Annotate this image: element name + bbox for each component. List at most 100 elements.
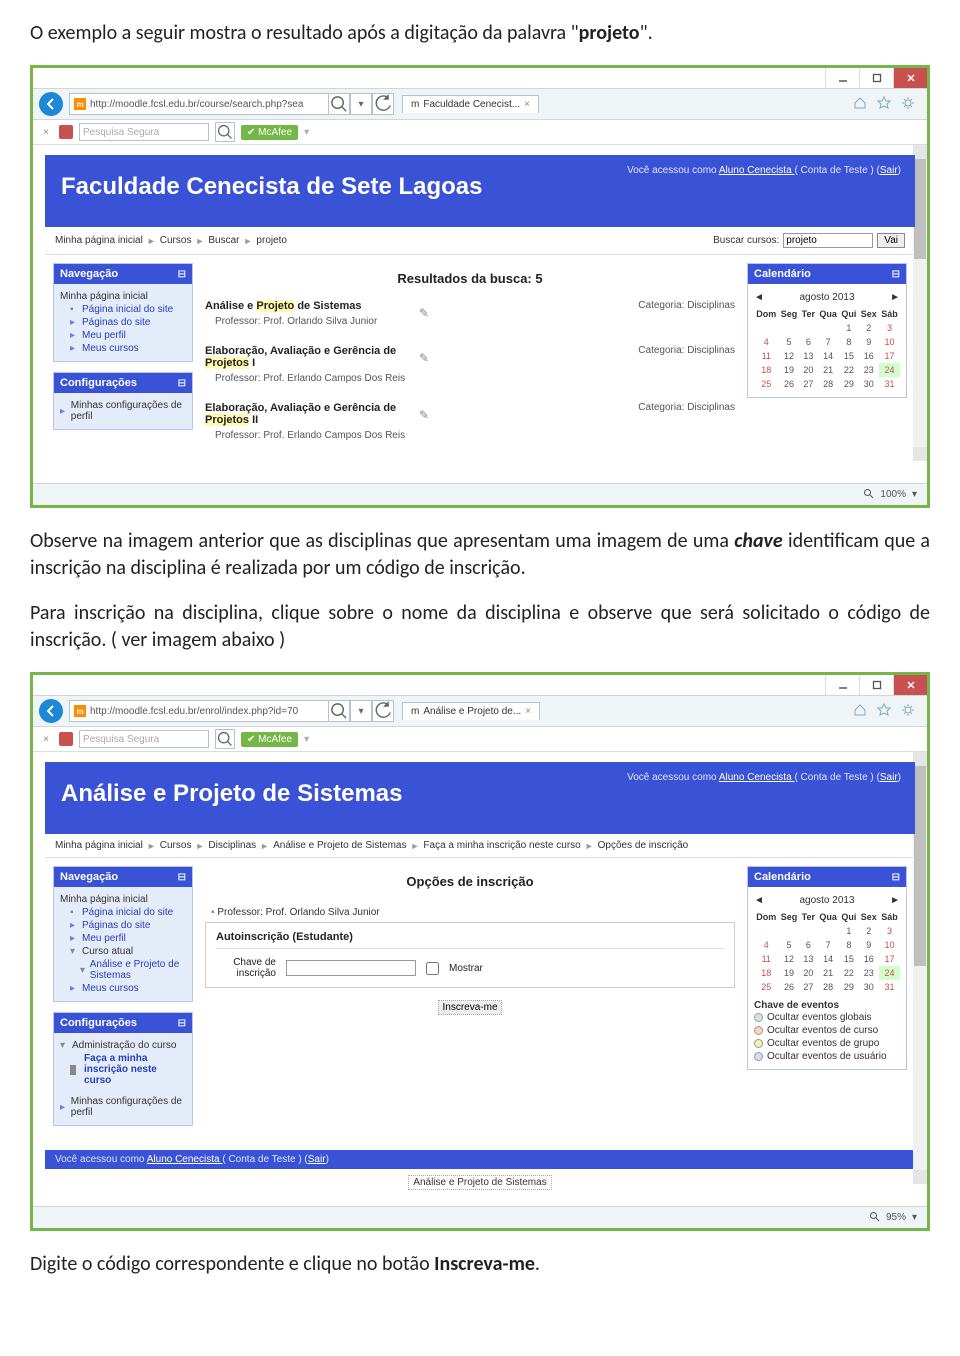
nav-profile[interactable]: Meu perfil [82, 933, 126, 944]
close-toolbar-icon[interactable]: × [39, 734, 53, 745]
back-button[interactable] [39, 699, 63, 723]
maximize-button[interactable] [859, 675, 893, 695]
favorites-icon[interactable] [877, 703, 891, 720]
calendar-next-icon[interactable]: ► [890, 292, 900, 303]
nav-site-home[interactable]: Página inicial do site [82, 907, 173, 918]
favorites-icon[interactable] [877, 96, 891, 113]
secure-search-input[interactable]: Pesquisa Segura [79, 730, 209, 748]
block-toggle-icon[interactable]: ⊟ [892, 872, 900, 883]
cfg-course-admin[interactable]: Administração do curso [72, 1040, 177, 1051]
maximize-button[interactable] [859, 68, 893, 88]
secure-search-input[interactable]: Pesquisa Segura [79, 123, 209, 141]
breadcrumb-item[interactable]: Cursos [160, 235, 192, 246]
course-category-link[interactable]: Categoria: Disciplinas [638, 345, 735, 356]
close-toolbar-icon[interactable]: × [39, 127, 53, 138]
footer-course-link[interactable]: Análise e Projeto de Sistemas [45, 1169, 915, 1196]
search-button-icon[interactable] [215, 122, 235, 142]
minimize-button[interactable] [825, 68, 859, 88]
course-category-link[interactable]: Categoria: Disciplinas [638, 402, 735, 413]
event-key-item[interactable]: Ocultar eventos de usuário [754, 1050, 900, 1063]
mcafee-chevron-icon[interactable]: ▾ [304, 734, 309, 745]
nav-current-course[interactable]: Curso atual [82, 946, 133, 957]
breadcrumb-item[interactable]: Disciplinas [208, 840, 256, 851]
calendar-prev-icon[interactable]: ◄ [754, 292, 764, 303]
mcafee-badge[interactable]: ✔ McAfee [241, 732, 298, 747]
close-button[interactable] [893, 68, 927, 88]
breadcrumb-item[interactable]: Buscar [208, 235, 239, 246]
block-toggle-icon[interactable]: ⊟ [178, 378, 186, 389]
block-toggle-icon[interactable]: ⊟ [178, 872, 186, 883]
refresh-icon[interactable] [372, 700, 394, 722]
url-field[interactable]: mhttp://moodle.fcsl.edu.br/course/search… [69, 93, 329, 115]
zoom-chevron-icon[interactable]: ▾ [912, 1212, 917, 1223]
breadcrumb-item[interactable]: Análise e Projeto de Sistemas [273, 840, 406, 851]
nav-home[interactable]: Minha página inicial [60, 291, 148, 302]
course-link[interactable]: Análise e Projeto de Sistemas [205, 300, 415, 312]
nav-home[interactable]: Minha página inicial [60, 894, 148, 905]
url-field[interactable]: mhttp://moodle.fcsl.edu.br/enrol/index.p… [69, 700, 329, 722]
calendar-prev-icon[interactable]: ◄ [754, 895, 764, 906]
search-icon[interactable] [328, 700, 350, 722]
tab-close-icon[interactable]: × [524, 99, 530, 110]
logout-link[interactable]: Sair [308, 1154, 326, 1165]
course-category-link[interactable]: Categoria: Disciplinas [638, 300, 735, 311]
nav-site-pages[interactable]: Páginas do site [82, 317, 150, 328]
tab-close-icon[interactable]: × [525, 706, 531, 717]
vertical-scrollbar[interactable] [913, 752, 927, 1184]
nav-course-link[interactable]: Análise e Projeto de Sistemas [90, 959, 186, 981]
enrol-submit-button[interactable]: Inscreva-me [438, 1000, 501, 1015]
nav-site-home[interactable]: Página inicial do site [82, 304, 173, 315]
home-icon[interactable] [853, 96, 867, 113]
zoom-icon[interactable] [863, 488, 874, 502]
calendar-next-icon[interactable]: ► [890, 895, 900, 906]
breadcrumb-item[interactable]: Minha página inicial [55, 840, 143, 851]
nav-mycourses[interactable]: Meus cursos [82, 343, 139, 354]
event-key-item[interactable]: Ocultar eventos de curso [754, 1024, 900, 1037]
nav-profile[interactable]: Meu perfil [82, 330, 126, 341]
nav-mycourses[interactable]: Meus cursos [82, 983, 139, 994]
back-button[interactable] [39, 92, 63, 116]
course-link[interactable]: Elaboração, Avaliação e Gerência de Proj… [205, 345, 415, 369]
logout-link[interactable]: Sair [880, 772, 898, 783]
close-button[interactable] [893, 675, 927, 695]
block-toggle-icon[interactable]: ⊟ [892, 269, 900, 280]
cfg-enrol-me[interactable]: Faça a minha inscrição neste curso [84, 1053, 186, 1086]
zoom-chevron-icon[interactable]: ▾ [912, 489, 917, 500]
search-button-icon[interactable] [215, 729, 235, 749]
block-toggle-icon[interactable]: ⊟ [178, 269, 186, 280]
breadcrumb-item[interactable]: Cursos [160, 840, 192, 851]
zoom-icon[interactable] [869, 1211, 880, 1225]
user-link[interactable]: Aluno Cenecista [719, 772, 795, 783]
search-go-button[interactable]: Vai [877, 233, 905, 248]
block-toggle-icon[interactable]: ⊟ [178, 1018, 186, 1029]
tools-gear-icon[interactable] [901, 96, 915, 113]
mcafee-chevron-icon[interactable]: ▾ [304, 127, 309, 138]
cfg-profile[interactable]: Minhas configurações de perfil [71, 1096, 186, 1118]
nav-site-pages[interactable]: Páginas do site [82, 920, 150, 931]
browser-tab[interactable]: mAnálise e Projeto de...× [402, 702, 540, 720]
dropdown-chevron-icon[interactable]: ▾ [350, 93, 372, 115]
calendar-month-label[interactable]: agosto 2013 [799, 292, 854, 303]
vertical-scrollbar[interactable] [913, 145, 927, 461]
enrol-key-input[interactable] [286, 960, 416, 976]
logout-link[interactable]: Sair [880, 165, 898, 176]
mcafee-badge[interactable]: ✔ McAfee [241, 125, 298, 140]
browser-tab[interactable]: mFaculdade Cenecist...× [402, 95, 539, 113]
cfg-profile[interactable]: Minhas configurações de perfil [71, 400, 186, 422]
search-courses-input[interactable] [783, 233, 873, 248]
user-link[interactable]: Aluno Cenecista [147, 1154, 223, 1165]
home-icon[interactable] [853, 703, 867, 720]
event-key-item[interactable]: Ocultar eventos de grupo [754, 1037, 900, 1050]
tools-gear-icon[interactable] [901, 703, 915, 720]
user-link[interactable]: Aluno Cenecista [719, 165, 795, 176]
show-key-checkbox[interactable] [426, 962, 439, 975]
breadcrumb-item[interactable]: Faça a minha inscrição neste curso [423, 840, 580, 851]
event-key-item[interactable]: Ocultar eventos globais [754, 1011, 900, 1024]
minimize-button[interactable] [825, 675, 859, 695]
refresh-icon[interactable] [372, 93, 394, 115]
dropdown-chevron-icon[interactable]: ▾ [350, 700, 372, 722]
search-icon[interactable] [328, 93, 350, 115]
course-link[interactable]: Elaboração, Avaliação e Gerência de Proj… [205, 402, 415, 426]
breadcrumb-item[interactable]: Minha página inicial [55, 235, 143, 246]
calendar-month-label[interactable]: agosto 2013 [799, 895, 854, 906]
